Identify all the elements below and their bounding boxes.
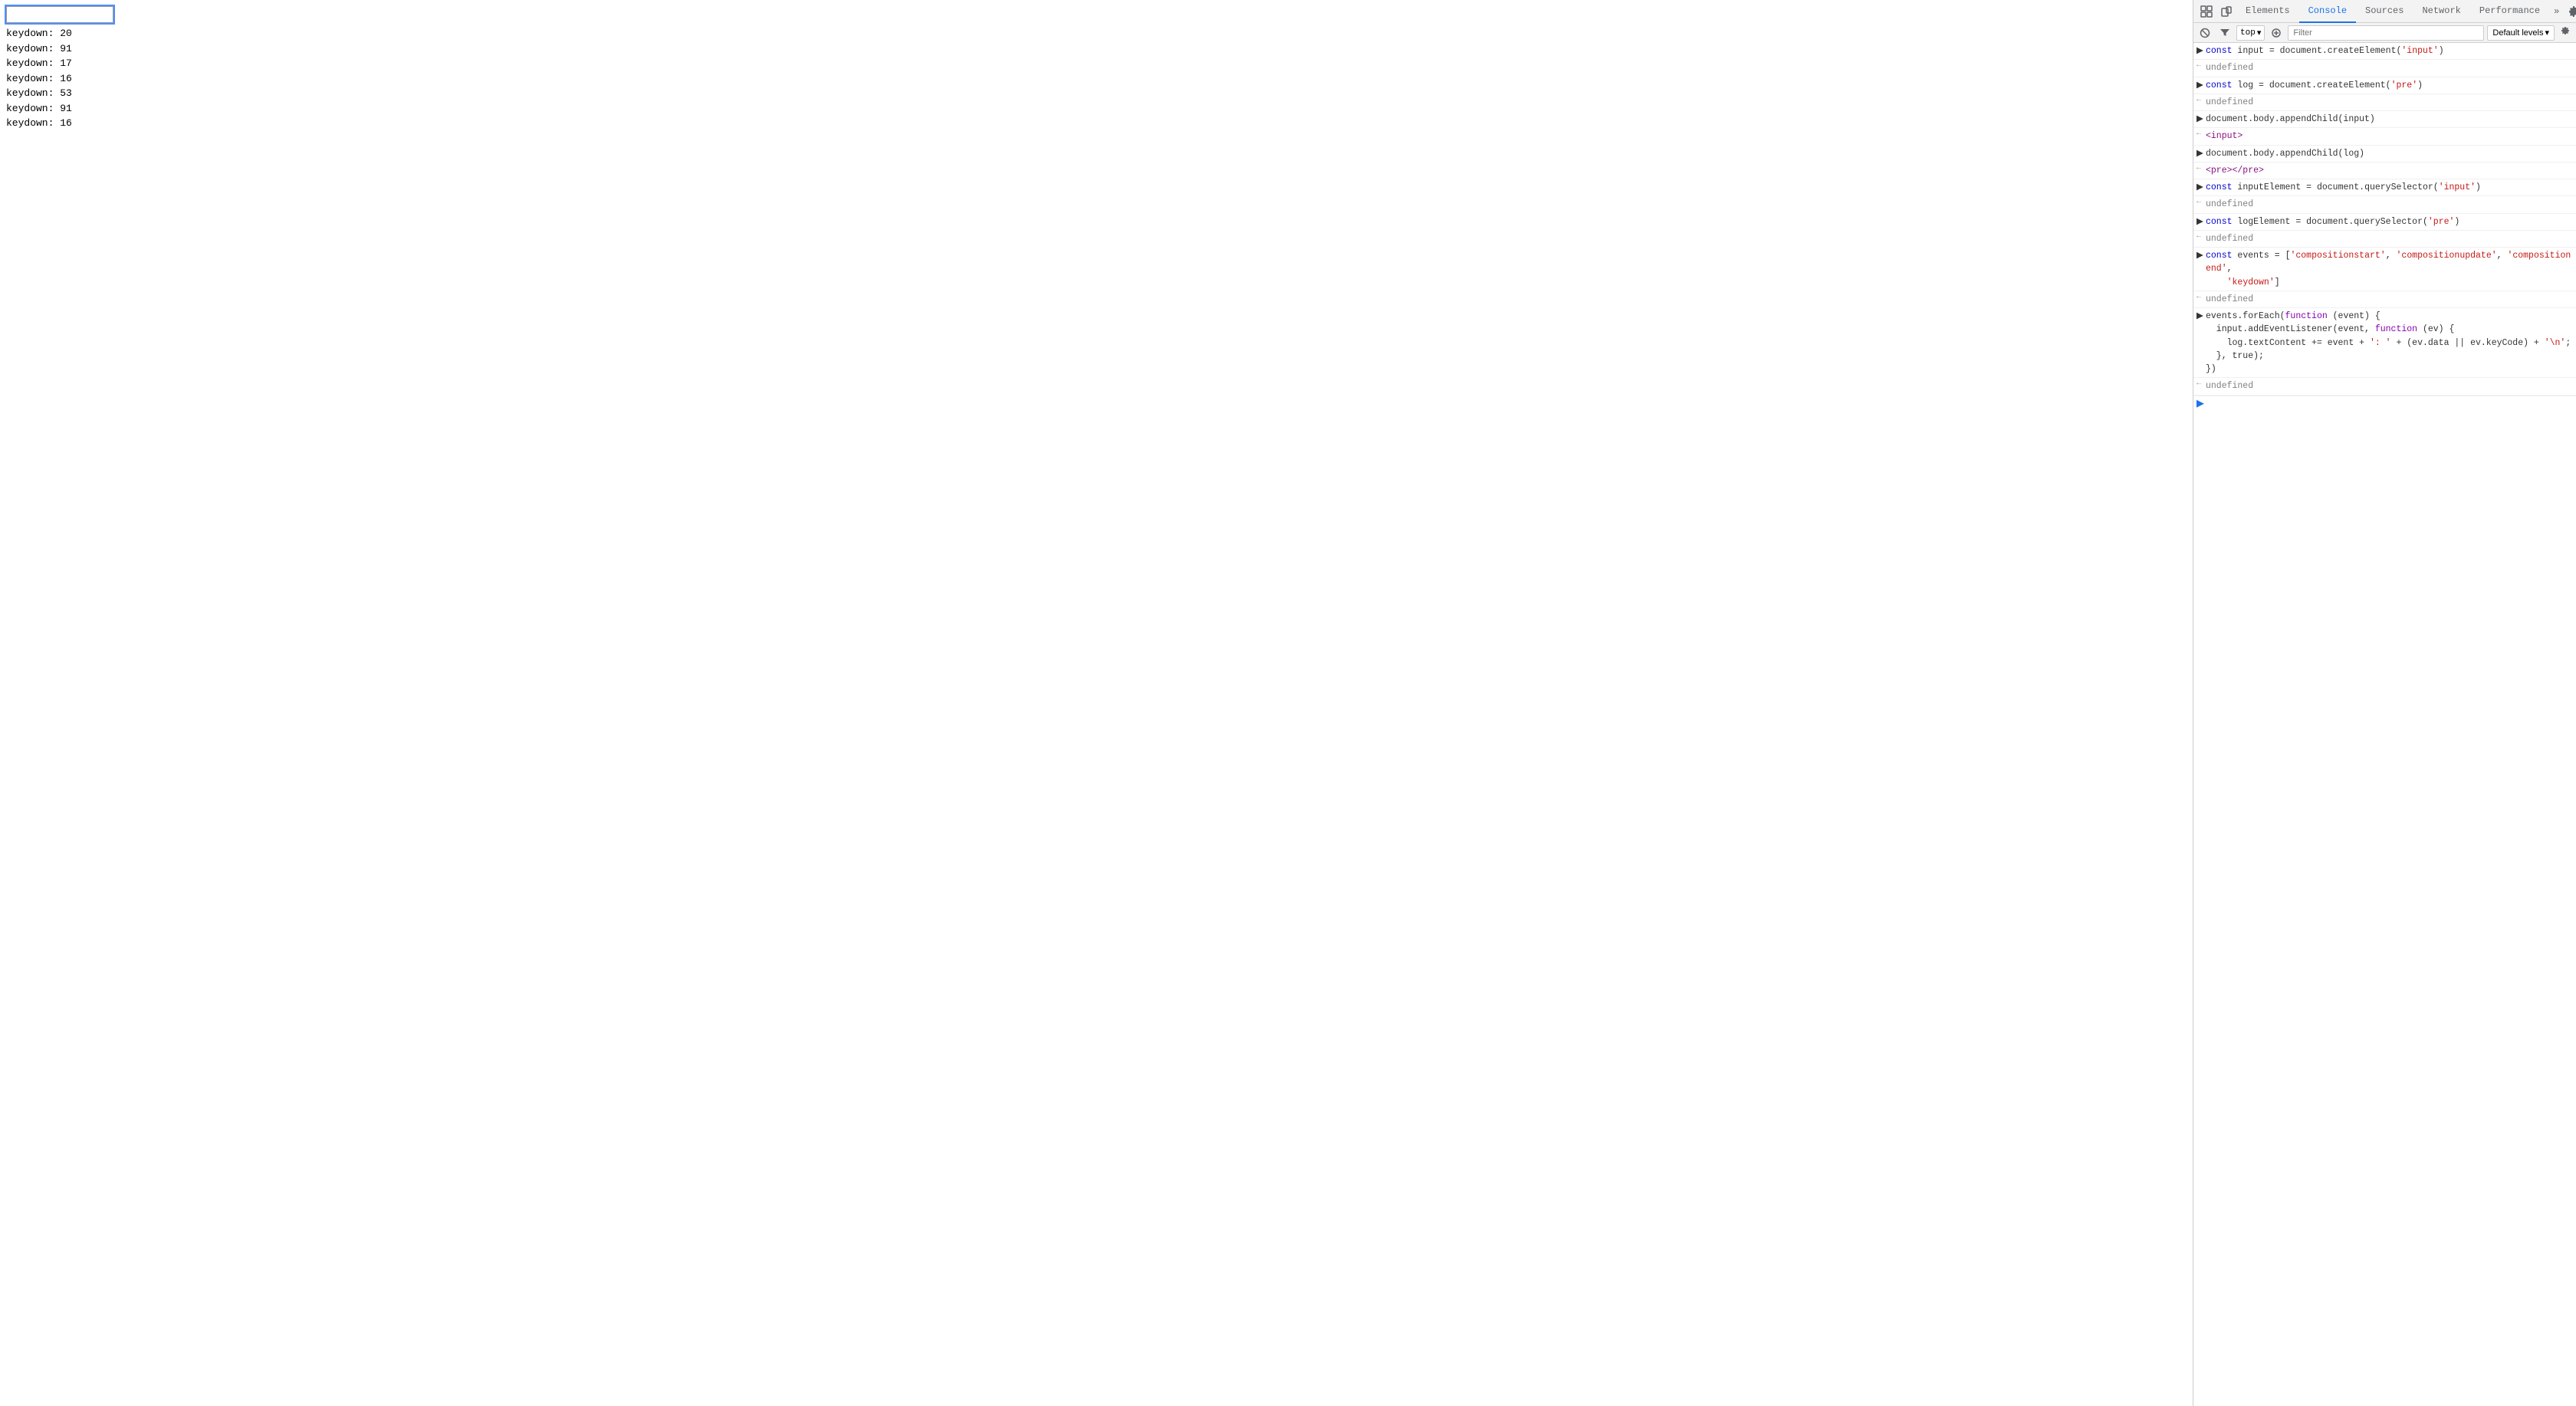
console-entry: ← undefined [2193, 378, 2576, 395]
devtools-tabs: Elements Console Sources Network Perform… [2236, 0, 2564, 23]
entry-content: const events = ['compositionstart', 'com… [2206, 248, 2576, 290]
default-levels-button[interactable]: Default levels ▾ [2487, 25, 2555, 41]
console-entry: ← undefined [2193, 94, 2576, 111]
console-entry: ▶ const inputElement = document.querySel… [2193, 179, 2576, 196]
default-levels-label: Default levels [2492, 28, 2543, 38]
page-input[interactable] [6, 6, 113, 23]
entry-expand-icon[interactable]: ▶ [2193, 180, 2206, 192]
console-entry: ← undefined [2193, 231, 2576, 248]
entry-content: document.body.appendChild(log) [2206, 146, 2576, 161]
entry-content: const log = document.createElement('pre'… [2206, 78, 2576, 93]
console-entry: ▶ document.body.appendChild(log) [2193, 146, 2576, 163]
levels-dropdown-icon: ▾ [2545, 28, 2549, 38]
entry-content: undefined [2206, 61, 2576, 75]
entry-return-icon: ← [2193, 95, 2206, 104]
entry-expand-icon[interactable]: ▶ [2193, 146, 2206, 159]
console-entry: ← undefined [2193, 60, 2576, 77]
tab-console[interactable]: Console [2299, 0, 2356, 23]
console-entry: ← <input> [2193, 128, 2576, 145]
entry-expand-icon[interactable]: ▶ [2193, 112, 2206, 124]
entry-content: undefined [2206, 232, 2576, 246]
entry-content: const inputElement = document.querySelec… [2206, 180, 2576, 195]
devtools-toolbar: Elements Console Sources Network Perform… [2193, 0, 2576, 23]
entry-return-icon: ← [2193, 232, 2206, 241]
entry-return-icon: ← [2193, 129, 2206, 138]
devtools-top-icons [2564, 2, 2576, 21]
console-prompt-input[interactable] [2207, 399, 2573, 409]
entry-expand-icon[interactable]: ▶ [2193, 44, 2206, 56]
console-entry: ▶ events.forEach(function (event) { inpu… [2193, 308, 2576, 378]
console-prompt: ▶ [2193, 396, 2576, 411]
tab-sources[interactable]: Sources [2356, 0, 2413, 23]
console-toolbar: top ▾ Default levels ▾ [2193, 23, 2576, 43]
console-output: ▶ const input = document.createElement('… [2193, 43, 2576, 1406]
clear-console-button[interactable] [2196, 25, 2213, 41]
console-entry: ← undefined [2193, 291, 2576, 308]
tab-performance[interactable]: Performance [2470, 0, 2549, 23]
device-toggle-button[interactable] [2216, 2, 2236, 21]
entry-content: undefined [2206, 292, 2576, 307]
inspect-element-button[interactable] [2196, 2, 2216, 21]
entry-return-icon: ← [2193, 163, 2206, 172]
filter-toggle-button[interactable] [2216, 25, 2233, 41]
console-entry: ← undefined [2193, 196, 2576, 213]
devtools-panel: Elements Console Sources Network Perform… [2193, 0, 2576, 1406]
console-entry: ▶ document.body.appendChild(input) [2193, 111, 2576, 128]
entry-content: events.forEach(function (event) { input.… [2206, 309, 2576, 376]
entry-expand-icon[interactable]: ▶ [2193, 215, 2206, 227]
console-entry: ▶ const events = ['compositionstart', 'c… [2193, 248, 2576, 291]
entry-content: const logElement = document.querySelecto… [2206, 215, 2576, 229]
tab-elements[interactable]: Elements [2236, 0, 2299, 23]
entry-expand-icon[interactable]: ▶ [2193, 78, 2206, 90]
entry-content: document.body.appendChild(input) [2206, 112, 2576, 126]
more-tabs-button[interactable]: » [2549, 0, 2564, 23]
context-value: top [2240, 28, 2256, 38]
page-log: keydown: 20 keydown: 91 keydown: 17 keyd… [6, 26, 2187, 131]
entry-content: undefined [2206, 197, 2576, 212]
entry-expand-icon[interactable]: ▶ [2193, 309, 2206, 321]
context-dropdown-icon: ▾ [2257, 28, 2262, 38]
console-entry: ▶ const logElement = document.querySelec… [2193, 214, 2576, 231]
live-expression-button[interactable] [2268, 25, 2285, 41]
entry-return-icon: ← [2193, 61, 2206, 70]
prompt-arrow-icon: ▶ [2196, 398, 2204, 409]
filter-input[interactable] [2288, 25, 2484, 41]
entry-content: undefined [2206, 379, 2576, 393]
console-entry: ← <pre></pre> [2193, 163, 2576, 179]
entry-content: undefined [2206, 95, 2576, 110]
context-selector[interactable]: top ▾ [2236, 25, 2265, 41]
entry-content: <pre></pre> [2206, 163, 2576, 178]
console-entry: ▶ const input = document.createElement('… [2193, 43, 2576, 60]
entry-content: const input = document.createElement('in… [2206, 44, 2576, 58]
entry-content: <input> [2206, 129, 2576, 143]
console-settings-button[interactable] [2558, 24, 2573, 41]
entry-return-icon: ← [2193, 292, 2206, 301]
entry-return-icon: ← [2193, 379, 2206, 388]
tab-network[interactable]: Network [2413, 0, 2469, 23]
settings-button[interactable] [2564, 2, 2576, 21]
console-entry: ▶ const log = document.createElement('pr… [2193, 77, 2576, 94]
entry-expand-icon[interactable]: ▶ [2193, 248, 2206, 261]
page-area: keydown: 20 keydown: 91 keydown: 17 keyd… [0, 0, 2193, 1406]
entry-return-icon: ← [2193, 197, 2206, 206]
